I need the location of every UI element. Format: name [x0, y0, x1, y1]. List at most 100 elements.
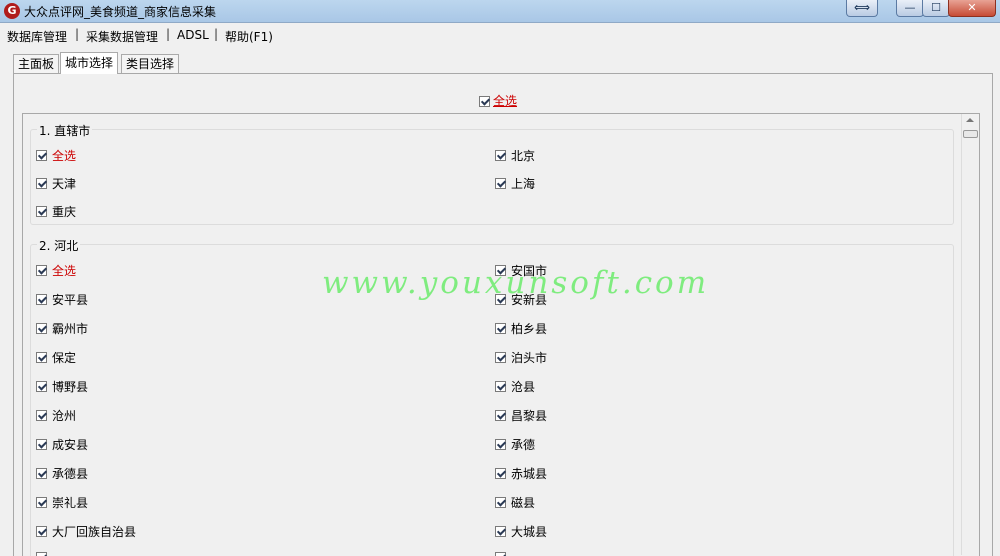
- checkbox-checked-icon[interactable]: [36, 265, 47, 276]
- city-label: 天津: [52, 177, 77, 191]
- title-bar: G 大众点评网_美食频道_商家信息采集 ⟺ — ☐ ✕: [0, 0, 1000, 23]
- checkbox-checked-icon[interactable]: [36, 497, 47, 508]
- city-label: 承德: [511, 438, 536, 452]
- menu-collected-data[interactable]: 采集数据管理: [86, 28, 158, 45]
- menu-separator: |: [214, 27, 219, 41]
- watermark: www.youxunsoft.com: [322, 265, 710, 301]
- group-title: 2. 河北: [37, 237, 81, 254]
- menu-database[interactable]: 数据库管理: [7, 28, 67, 45]
- group-title: 1. 直辖市: [37, 122, 93, 139]
- city-checkbox[interactable]: 天津: [36, 175, 76, 192]
- checkbox-checked-icon[interactable]: [495, 352, 506, 363]
- city-label: 泊头市: [511, 351, 548, 365]
- select-all-label: 全选: [52, 149, 77, 163]
- menu-adsl[interactable]: ADSL: [177, 28, 209, 42]
- city-label: 磁县: [511, 496, 536, 510]
- checkbox-checked-icon[interactable]: [479, 96, 490, 107]
- checkbox-checked-icon[interactable]: [36, 294, 47, 305]
- city-label: 成安县: [52, 438, 89, 452]
- city-label: 北京: [511, 149, 536, 163]
- city-checkbox[interactable]: 承德: [495, 436, 535, 453]
- city-checkbox[interactable]: 沧县: [495, 378, 535, 395]
- city-checkbox[interactable]: 昌黎县: [495, 407, 547, 424]
- city-label: 上海: [511, 177, 536, 191]
- city-label: 大厂回族自治县: [52, 525, 137, 539]
- city-checkbox[interactable]: 安平县: [36, 291, 88, 308]
- checkbox-checked-icon[interactable]: [495, 323, 506, 334]
- city-checkbox[interactable]: 沧州: [36, 407, 76, 424]
- checkbox-checked-icon[interactable]: [495, 150, 506, 161]
- checkbox-checked-icon[interactable]: [495, 552, 506, 556]
- city-checkbox[interactable]: 重庆: [36, 203, 76, 220]
- checkbox-checked-icon[interactable]: [495, 526, 506, 537]
- city-label: 大城县: [511, 525, 548, 539]
- city-checkbox[interactable]: 大厂回族自治县: [36, 523, 136, 540]
- checkbox-checked-icon[interactable]: [495, 178, 506, 189]
- menu-bar: 数据库管理 | 采集数据管理 | ADSL | 帮助(F1): [0, 23, 1000, 45]
- checkbox-checked-icon[interactable]: [36, 552, 47, 556]
- checkbox-checked-icon[interactable]: [36, 381, 47, 392]
- checkbox-checked-icon[interactable]: [495, 410, 506, 421]
- city-label: 赤城县: [511, 467, 548, 481]
- close-button[interactable]: ✕: [948, 0, 996, 17]
- tab-category-select[interactable]: 类目选择: [121, 54, 180, 73]
- city-label: 承德县: [52, 467, 89, 481]
- checkbox-checked-icon[interactable]: [36, 323, 47, 334]
- city-checkbox[interactable]: [495, 550, 506, 556]
- checkbox-checked-icon[interactable]: [36, 178, 47, 189]
- city-checkbox[interactable]: 柏乡县: [495, 320, 547, 337]
- window-title: 大众点评网_美食频道_商家信息采集: [24, 5, 217, 19]
- city-label: 重庆: [52, 205, 77, 219]
- city-checkbox[interactable]: 泊头市: [495, 349, 547, 366]
- minimize-button[interactable]: —: [896, 0, 924, 17]
- city-checkbox[interactable]: 赤城县: [495, 465, 547, 482]
- menu-separator: |: [75, 27, 80, 41]
- city-checkbox[interactable]: 全选: [36, 147, 76, 164]
- tab-city-select[interactable]: 城市选择: [60, 52, 119, 74]
- checkbox-checked-icon[interactable]: [36, 439, 47, 450]
- city-checkbox[interactable]: 崇礼县: [36, 494, 88, 511]
- checkbox-checked-icon[interactable]: [36, 206, 47, 217]
- app-logo-icon: G: [4, 3, 20, 19]
- city-checkbox[interactable]: 大城县: [495, 523, 547, 540]
- checkbox-checked-icon[interactable]: [36, 150, 47, 161]
- city-label: 崇礼县: [52, 496, 89, 510]
- select-all-label: 全选: [52, 264, 77, 278]
- city-checkbox[interactable]: 保定: [36, 349, 76, 366]
- checkbox-checked-icon[interactable]: [36, 526, 47, 537]
- checkbox-checked-icon[interactable]: [495, 497, 506, 508]
- city-checkbox[interactable]: 博野县: [36, 378, 88, 395]
- city-label: 沧州: [52, 409, 77, 423]
- scroll-thumb[interactable]: [963, 130, 978, 138]
- select-all-top[interactable]: 全选: [479, 92, 517, 109]
- scroll-up-icon[interactable]: [966, 118, 974, 122]
- city-checkbox[interactable]: 承德县: [36, 465, 88, 482]
- checkbox-checked-icon[interactable]: [495, 381, 506, 392]
- checkbox-checked-icon[interactable]: [495, 468, 506, 479]
- city-label: 柏乡县: [511, 322, 548, 336]
- city-label: 保定: [52, 351, 77, 365]
- checkbox-checked-icon[interactable]: [36, 352, 47, 363]
- group-municipalities: 1. 直辖市: [30, 122, 954, 225]
- menu-help[interactable]: 帮助(F1): [225, 28, 273, 45]
- city-checkbox[interactable]: 成安县: [36, 436, 88, 453]
- checkbox-checked-icon[interactable]: [36, 410, 47, 421]
- city-checkbox[interactable]: 霸州市: [36, 320, 88, 337]
- city-checkbox[interactable]: 北京: [495, 147, 535, 164]
- city-label: 昌黎县: [511, 409, 548, 423]
- maximize-button[interactable]: ☐: [922, 0, 950, 17]
- select-all-top-label: 全选: [493, 94, 518, 108]
- city-checkbox[interactable]: [36, 550, 47, 556]
- city-label: 霸州市: [52, 322, 89, 336]
- checkbox-checked-icon[interactable]: [495, 439, 506, 450]
- city-list-panel[interactable]: 1. 直辖市 全选 天津 重庆 北京 上海 2. 河北 全选 安平县 霸州市 保…: [22, 113, 980, 556]
- city-label: 沧县: [511, 380, 536, 394]
- vertical-scrollbar[interactable]: [961, 114, 979, 555]
- checkbox-checked-icon[interactable]: [36, 468, 47, 479]
- city-checkbox[interactable]: 全选: [36, 262, 76, 279]
- city-checkbox[interactable]: 磁县: [495, 494, 535, 511]
- tab-main-panel[interactable]: 主面板: [13, 54, 60, 73]
- city-label: 博野县: [52, 380, 89, 394]
- city-checkbox[interactable]: 上海: [495, 175, 535, 192]
- resize-button[interactable]: ⟺: [846, 0, 878, 17]
